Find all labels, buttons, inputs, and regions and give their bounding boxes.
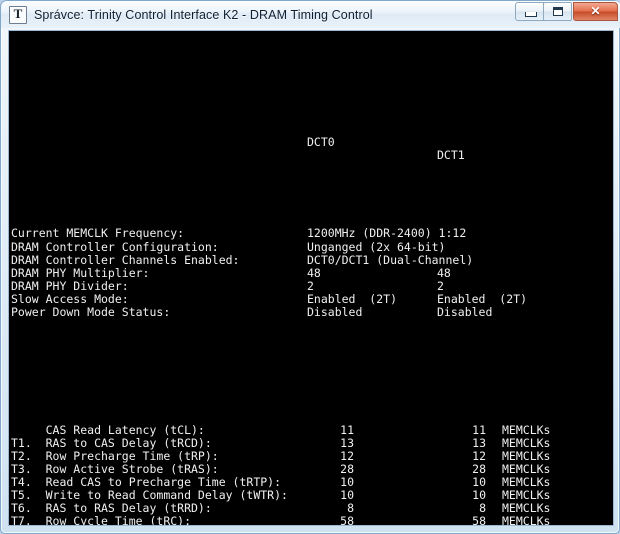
timing-row-unit: MEMCLKs (502, 422, 551, 437)
timing-row-dct1-value: 13 (472, 435, 486, 450)
info-row-dct0-value: 1200MHz (DDR-2400) 1:12 (307, 226, 467, 241)
window-title: Správce: Trinity Control Interface K2 - … (34, 7, 373, 22)
info-row-label: DRAM PHY Divider: (11, 278, 129, 293)
timing-row[interactable]: T7. Row Cycle Time (tRC): 58 58 MEMCLKs (9, 514, 613, 526)
timing-row-dct1-value: 58 (472, 514, 486, 526)
console-screen: DCT0 DCT1 Current MEMCLK Frequency: 1200M… (9, 31, 613, 526)
info-row-label: DRAM PHY Multiplier: (11, 265, 150, 280)
info-row-dct0-value: 2 (307, 278, 314, 293)
timing-row-dct0-value: 10 (340, 488, 354, 503)
info-row-label: DRAM Controller Channels Enabled: (11, 252, 240, 267)
window-titlebar[interactable]: Správce: Trinity Control Interface K2 - … (1, 1, 620, 28)
trinity-app-icon (9, 5, 27, 24)
timing-row-dct0-value: 13 (340, 435, 354, 450)
column-header-dct0: DCT0 (307, 134, 335, 149)
info-row-dct1-value: 2 (437, 278, 444, 293)
caption-button-group (515, 2, 618, 21)
minimize-button[interactable] (515, 2, 544, 21)
info-row: Power Down Mode Status: Disabled Disabled (9, 304, 613, 319)
info-row: DRAM PHY Multiplier: 48 48 (9, 265, 613, 280)
info-row: Slow Access Mode: Enabled (2T) Enabled (2T… (9, 291, 613, 306)
timing-row-label: CAS Read Latency (tCL): (11, 422, 205, 437)
info-row-dct1-value: Enabled (2T) (437, 291, 528, 306)
timing-row-dct1-value: 8 (479, 501, 486, 516)
info-row-label: Power Down Mode Status: (11, 304, 171, 319)
info-row-dct0-value: Enabled (2T) (307, 291, 398, 306)
info-row-label: DRAM Controller Configuration: (11, 239, 219, 254)
timing-row-dct0-value: 11 (340, 422, 354, 437)
info-row-label: Current MEMCLK Frequency: (11, 226, 185, 241)
info-row: DRAM PHY Divider: 2 2 (9, 278, 613, 293)
timing-row-dct1-value: 28 (472, 462, 486, 477)
top-blank-line (9, 83, 613, 96)
info-row: Current MEMCLK Frequency: 1200MHz (DDR-24… (9, 226, 613, 241)
system-info-block: Current MEMCLK Frequency: 1200MHz (DDR-24… (9, 226, 613, 319)
close-button[interactable] (573, 2, 618, 21)
info-row: DRAM Controller Channels Enabled: DCT0/DC… (9, 252, 613, 267)
timing-row-dct1-value: 10 (472, 488, 486, 503)
info-row-dct1-value: Disabled (437, 304, 493, 319)
info-row: DRAM Controller Configuration: Unganged (… (9, 239, 613, 254)
dram-timing-table: CAS Read Latency (tCL): 11 11 MEMCLKs T1. RA… (9, 422, 613, 526)
timing-row-dct0-value: 58 (340, 514, 354, 526)
timing-row-dct1-value: 10 (472, 475, 486, 490)
timing-row-unit: MEMCLKs (502, 514, 551, 526)
timing-row-dct0-value: 8 (347, 501, 354, 516)
timing-row-dct1-value: 12 (472, 449, 486, 463)
info-row-label: Slow Access Mode: (11, 291, 129, 306)
maximize-button[interactable] (543, 2, 572, 21)
console-window[interactable]: DCT0 DCT1 Current MEMCLK Frequency: 1200M… (8, 30, 614, 526)
timing-row-dct1-value: 11 (472, 422, 486, 437)
info-table-gap (9, 358, 613, 371)
timing-row-dct0-value: 12 (340, 449, 354, 463)
info-row-dct0-value: Unganged (2x 64-bit) (307, 239, 446, 254)
info-row-dct1-value: 48 (437, 265, 451, 280)
column-header-row: DCT0 DCT1 (9, 123, 613, 161)
info-row-dct0-value: 48 (307, 265, 321, 280)
application-window: Správce: Trinity Control Interface K2 - … (0, 0, 620, 534)
timing-row: CAS Read Latency (tCL): 11 11 MEMCLKs (9, 422, 613, 437)
info-row-dct0-value: Disabled (307, 304, 363, 319)
info-row-dct0-value: DCT0/DCT1 (Dual-Channel) (307, 252, 474, 267)
column-header-dct1: DCT1 (437, 147, 465, 162)
timing-row-label: T7. Row Cycle Time (tRC): (11, 514, 192, 526)
header-gap-line (9, 162, 613, 175)
